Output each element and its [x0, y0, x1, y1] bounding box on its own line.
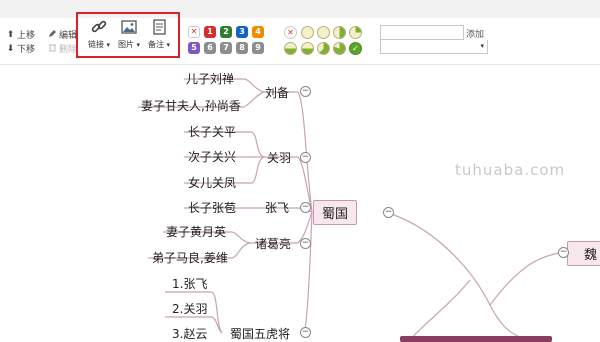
progress-3-icon[interactable] [349, 26, 362, 39]
leaf-zhangfei-son[interactable]: 长子张苞 [188, 199, 236, 216]
leaf-guanyu-daughter[interactable]: 女儿关凤 [188, 174, 236, 191]
priority-5-icon[interactable]: 5 [188, 42, 200, 54]
leaf-wuhu-2[interactable]: 2.关羽 [172, 300, 207, 317]
priority-1-icon[interactable]: 1 [204, 26, 216, 38]
arrow-up-icon: ⬆ [6, 29, 15, 40]
priority-2-icon[interactable]: 2 [220, 26, 232, 38]
arrow-down-icon: ⬇ [6, 43, 15, 54]
edit-icon [48, 29, 57, 41]
progress-7-icon[interactable] [333, 42, 346, 55]
tag-dropdown[interactable]: ▾ [380, 40, 488, 54]
link-icon [90, 18, 108, 36]
collapse-liubei-icon[interactable]: − [300, 86, 311, 97]
leaf-guanyu-son1[interactable]: 长子关平 [188, 123, 236, 140]
priority-8-icon[interactable]: 8 [236, 42, 248, 54]
priority-6-icon[interactable]: 6 [204, 42, 216, 54]
topic-wei[interactable]: 魏 [567, 241, 600, 266]
leaf-wuhu-1[interactable]: 1.张飞 [172, 275, 207, 292]
progress-6-icon[interactable] [317, 42, 330, 55]
move-down-button[interactable]: ⬇ 下移 [6, 42, 36, 56]
note-icon [150, 18, 168, 36]
branch-guanyu[interactable]: 关羽 [267, 149, 291, 166]
priority-remove-icon[interactable]: ✕ [188, 26, 200, 38]
delete-icon [48, 43, 57, 55]
mindmap-canvas: 儿子刘禅 妻子甘夫人,孙尚香 刘备 − 长子关平 次子关兴 女儿关凤 关羽 − … [0, 65, 600, 342]
edit-label: 编辑 [59, 31, 78, 41]
leaf-wuhu-3[interactable]: 3.赵云 [172, 325, 207, 342]
image-button[interactable]: 图片 ▾ [114, 18, 144, 56]
note-dropdown-icon: ▾ [166, 41, 171, 49]
add-button[interactable]: 添加 [466, 27, 484, 40]
leaf-zhuge-students[interactable]: 弟子马良,姜维 [152, 249, 228, 266]
progress-2-icon[interactable] [333, 26, 346, 39]
note-button[interactable]: 备注 ▾ [144, 18, 174, 56]
topic-shu[interactable]: 蜀国 [313, 200, 358, 225]
move-up-label: 上移 [17, 31, 36, 41]
toolbar: ⬆ 上移 ⬇ 下移 编辑 删除 链接 ▾ 图片 ▾ 备注 ▾ ✕ 1 2 3 4… [0, 12, 600, 65]
collapse-wei-icon[interactable]: − [558, 247, 569, 258]
tag-input[interactable] [380, 25, 464, 40]
branch-wuhu[interactable]: 蜀国五虎将 [230, 325, 290, 342]
collapse-zhangfei-icon[interactable]: − [300, 202, 311, 213]
priority-3-icon[interactable]: 3 [236, 26, 248, 38]
link-button[interactable]: 链接 ▾ [84, 18, 114, 56]
insert-group-highlight: 链接 ▾ 图片 ▾ 备注 ▾ [76, 12, 180, 58]
move-down-label: 下移 [17, 45, 36, 55]
collapse-wuhu-icon[interactable]: − [300, 327, 311, 338]
progress-remove-icon[interactable]: ✕ [284, 26, 297, 39]
collapse-guanyu-icon[interactable]: − [300, 152, 311, 163]
edit-button[interactable]: 编辑 [48, 28, 77, 41]
progress-0-icon[interactable] [301, 26, 314, 39]
collapse-zhugeliang-icon[interactable]: − [300, 238, 311, 249]
priority-9-icon[interactable]: 9 [252, 42, 264, 54]
leaf-guanyu-son2[interactable]: 次子关兴 [188, 148, 236, 165]
delete-label: 删除 [59, 45, 78, 55]
branch-zhugeliang[interactable]: 诸葛亮 [255, 235, 291, 252]
image-icon [120, 18, 138, 36]
image-label: 图片 [117, 40, 134, 49]
central-topic-partial[interactable] [400, 336, 552, 342]
image-dropdown-icon: ▾ [136, 41, 141, 49]
branch-zhangfei[interactable]: 张飞 [265, 199, 289, 216]
collapse-shu-icon[interactable]: − [383, 207, 394, 218]
progress-1-icon[interactable] [317, 26, 330, 39]
progress-4-icon[interactable] [284, 42, 297, 55]
mindmap-connectors [138, 78, 567, 340]
leaf-zhuge-wife[interactable]: 妻子黄月英 [166, 223, 226, 240]
link-dropdown-icon: ▾ [106, 41, 111, 49]
leaf-liubei-son[interactable]: 儿子刘禅 [186, 70, 234, 87]
branch-liubei[interactable]: 刘备 [265, 84, 289, 101]
note-label: 备注 [147, 40, 164, 49]
priority-4-icon[interactable]: 4 [252, 26, 264, 38]
progress-5-icon[interactable] [301, 42, 314, 55]
link-label: 链接 [87, 40, 104, 49]
progress-done-icon[interactable]: ✓ [349, 42, 362, 55]
chevron-down-icon: ▾ [480, 42, 484, 50]
move-up-button[interactable]: ⬆ 上移 [6, 28, 36, 42]
delete-button[interactable]: 删除 [48, 42, 77, 55]
priority-7-icon[interactable]: 7 [220, 42, 232, 54]
leaf-liubei-wife[interactable]: 妻子甘夫人,孙尚香 [141, 97, 241, 114]
